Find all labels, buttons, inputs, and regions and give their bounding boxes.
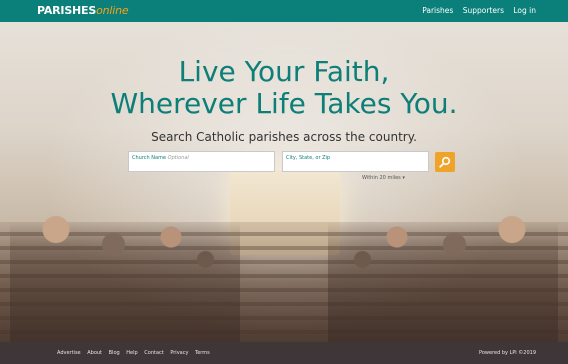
nav-parishes[interactable]: Parishes	[422, 6, 453, 15]
footer-link-advertise[interactable]: Advertise	[57, 350, 81, 356]
footer-link-terms[interactable]: Terms	[195, 350, 210, 356]
main-nav: Parishes Supporters Log in	[415, 6, 536, 15]
footer-link-blog[interactable]: Blog	[109, 350, 120, 356]
footer-link-privacy[interactable]: Privacy	[170, 350, 188, 356]
top-navigation-bar: PARISHESonline Parishes Supporters Log i…	[0, 0, 568, 22]
footer: Advertise About Blog Help Contact Privac…	[0, 342, 568, 364]
search-icon	[439, 156, 451, 168]
logo-main: PARISHES	[37, 4, 97, 17]
footer-links: Advertise About Blog Help Contact Privac…	[57, 350, 215, 356]
search-button[interactable]	[435, 152, 455, 172]
location-input[interactable]: City, State, or Zip	[282, 151, 429, 172]
church-name-label: Church Name Optional	[132, 155, 189, 161]
location-label: City, State, or Zip	[286, 155, 331, 161]
powered-by: Powered by LPi ©2019	[479, 350, 536, 356]
radius-dropdown[interactable]: Within 20 miles ▾	[362, 175, 405, 181]
congregation-right	[328, 192, 558, 342]
church-name-input[interactable]: Church Name Optional	[128, 151, 275, 172]
hero-headline-line-2: Wherever Life Takes You.	[110, 87, 458, 120]
nav-supporters[interactable]: Supporters	[463, 6, 504, 15]
church-name-optional: Optional	[167, 155, 189, 161]
nav-log-in[interactable]: Log in	[513, 6, 536, 15]
footer-link-about[interactable]: About	[87, 350, 102, 356]
site-logo[interactable]: PARISHESonline	[37, 4, 129, 17]
logo-accent: online	[96, 4, 129, 17]
hero-headline-line-1: Live Your Faith,	[178, 55, 390, 88]
congregation-left	[10, 192, 240, 342]
footer-link-contact[interactable]: Contact	[144, 350, 163, 356]
hero-subtitle: Search Catholic parishes across the coun…	[151, 130, 417, 144]
footer-link-help[interactable]: Help	[126, 350, 137, 356]
